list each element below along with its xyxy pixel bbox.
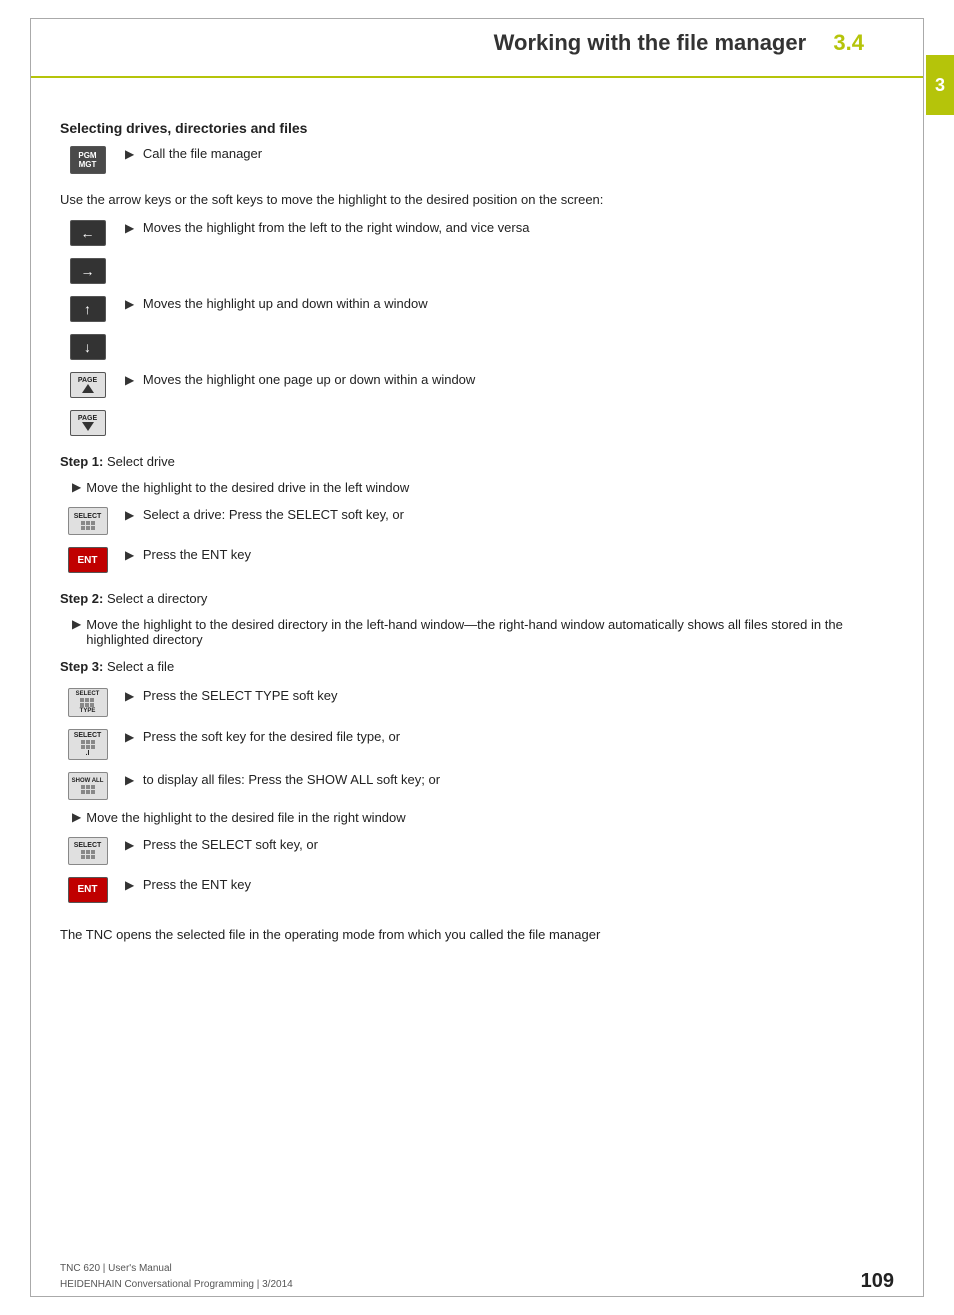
arrow-right-icon: →: [60, 258, 115, 284]
header-title: Working with the file manager: [494, 30, 807, 56]
section-heading: Selecting drives, directories and files: [60, 120, 894, 136]
step3-label: Step 3:: [60, 659, 103, 674]
page-up-row: PAGE ▶ Moves the highlight one page up o…: [60, 370, 894, 398]
page-down-key: PAGE: [70, 410, 106, 436]
ent-key-2: ENT: [68, 877, 108, 903]
step1-label: Step 1:: [60, 454, 103, 469]
page-up-text: ▶ Moves the highlight one page up or dow…: [125, 370, 894, 390]
page-footer: TNC 620 | User's Manual HEIDENHAIN Conve…: [60, 1261, 894, 1293]
show-all-key: SHOW ALL: [68, 772, 108, 800]
page-border-top: [30, 18, 924, 19]
ent-key-icon-1: ENT: [60, 547, 115, 573]
pgm-mgt-key-icon: PGM MGT: [60, 146, 115, 174]
page-up-key: PAGE: [70, 372, 106, 398]
page-down-icon: PAGE: [60, 410, 115, 436]
arrow-down-key: ↓: [70, 334, 106, 360]
footer-left: TNC 620 | User's Manual HEIDENHAIN Conve…: [60, 1261, 293, 1293]
arrow-up-text: ▶ Moves the highlight up and down within…: [125, 294, 894, 314]
tri-up-icon: [82, 384, 94, 393]
ent-key-1: ENT: [68, 547, 108, 573]
step1-bullet-row: ▶ Move the highlight to the desired driv…: [72, 480, 894, 495]
footer-publisher: HEIDENHAIN Conversational Programming | …: [60, 1277, 293, 1293]
step1-ent-row: ENT ▶ Press the ENT key: [60, 545, 894, 573]
final-select-key-icon: SELECT: [60, 837, 115, 865]
step1-heading: Step 1: Select drive: [60, 452, 894, 472]
select-type-key: SELECT TYPE: [68, 688, 108, 717]
step2-label: Step 2:: [60, 591, 103, 606]
final-select-text: ▶ Press the SELECT soft key, or: [125, 835, 894, 855]
page-up-icon: PAGE: [60, 372, 115, 398]
step3-final-bullet-row: ▶ Move the highlight to the desired file…: [72, 810, 894, 825]
arrow-down-row: ↓: [60, 332, 894, 360]
arrow-left-text: ▶ Moves the highlight from the left to t…: [125, 218, 894, 238]
select-key-1: SELECT: [68, 507, 108, 535]
step3-showall-text: ▶ to display all files: Press the SHOW A…: [125, 770, 894, 790]
page-down-row: PAGE: [60, 408, 894, 436]
step3-heading: Step 3: Select a file: [60, 657, 894, 677]
step1-select-text: ▶ Select a drive: Press the SELECT soft …: [125, 505, 894, 525]
step3-select-type-text: ▶ Press the SELECT TYPE soft key: [125, 686, 894, 706]
call-file-manager-row: PGM MGT ▶ Call the file manager: [60, 144, 894, 174]
select-key-icon-1: SELECT: [60, 507, 115, 535]
arrow-up-icon: ↑: [60, 296, 115, 322]
footer-product: TNC 620 | User's Manual: [60, 1261, 293, 1277]
intro-paragraph: Use the arrow keys or the soft keys to m…: [60, 190, 894, 210]
final-ent-row: ENT ▶ Press the ENT key: [60, 875, 894, 903]
arrow-up-key: ↑: [70, 296, 106, 322]
page-border-right: [923, 18, 924, 1297]
select-filetype-key-icon: SELECT .I: [60, 729, 115, 760]
page-border-left: [30, 18, 31, 1297]
select-type-key-icon: SELECT TYPE: [60, 688, 115, 717]
step2-heading: Step 2: Select a directory: [60, 589, 894, 609]
show-all-key-icon: SHOW ALL: [60, 772, 115, 800]
bullet-arrow: ▶: [125, 145, 134, 163]
closing-paragraph: The TNC opens the selected file in the o…: [60, 925, 894, 945]
pgm-mgt-bot: MGT: [79, 160, 97, 169]
chapter-tab: 3: [926, 55, 954, 115]
page-header: Working with the file manager 3.4: [30, 0, 924, 78]
pgm-mgt-top: PGM: [78, 151, 96, 160]
step3-select-text: ▶ Press the soft key for the desired fil…: [125, 727, 894, 747]
step3-select-row: SELECT .I ▶ Press the soft key for the d…: [60, 727, 894, 760]
ent-key-icon-2: ENT: [60, 877, 115, 903]
step1-ent-text: ▶ Press the ENT key: [125, 545, 894, 565]
page-border-bottom: [30, 1296, 924, 1297]
tri-down-icon: [82, 422, 94, 431]
call-file-manager-text: ▶ Call the file manager: [125, 144, 894, 164]
arrow-left-key: ←: [70, 220, 106, 246]
arrow-right-row: →: [60, 256, 894, 284]
header-section: 3.4: [833, 30, 864, 56]
step3-select-type-row: SELECT TYPE ▶ Press the SELECT TYPE soft…: [60, 686, 894, 717]
step1-select-row: SELECT ▶ Select a drive: Press the SELEC…: [60, 505, 894, 535]
step3-showall-row: SHOW ALL ▶ to display all files: Press t…: [60, 770, 894, 800]
main-content: Selecting drives, directories and files …: [0, 78, 954, 973]
arrow-up-row: ↑ ▶ Moves the highlight up and down with…: [60, 294, 894, 322]
select-filetype-key: SELECT .I: [68, 729, 108, 760]
final-ent-text: ▶ Press the ENT key: [125, 875, 894, 895]
arrow-right-key: →: [70, 258, 106, 284]
chapter-number: 3: [935, 75, 945, 96]
arrow-down-icon: ↓: [60, 334, 115, 360]
pgm-mgt-key: PGM MGT: [70, 146, 106, 174]
final-select-key: SELECT: [68, 837, 108, 865]
arrow-left-icon: ←: [60, 220, 115, 246]
final-select-row: SELECT ▶ Press the SELECT soft key, or: [60, 835, 894, 865]
page-number: 109: [861, 1270, 894, 1293]
arrow-left-row: ← ▶ Moves the highlight from the left to…: [60, 218, 894, 246]
step2-bullet-row: ▶ Move the highlight to the desired dire…: [72, 617, 894, 647]
